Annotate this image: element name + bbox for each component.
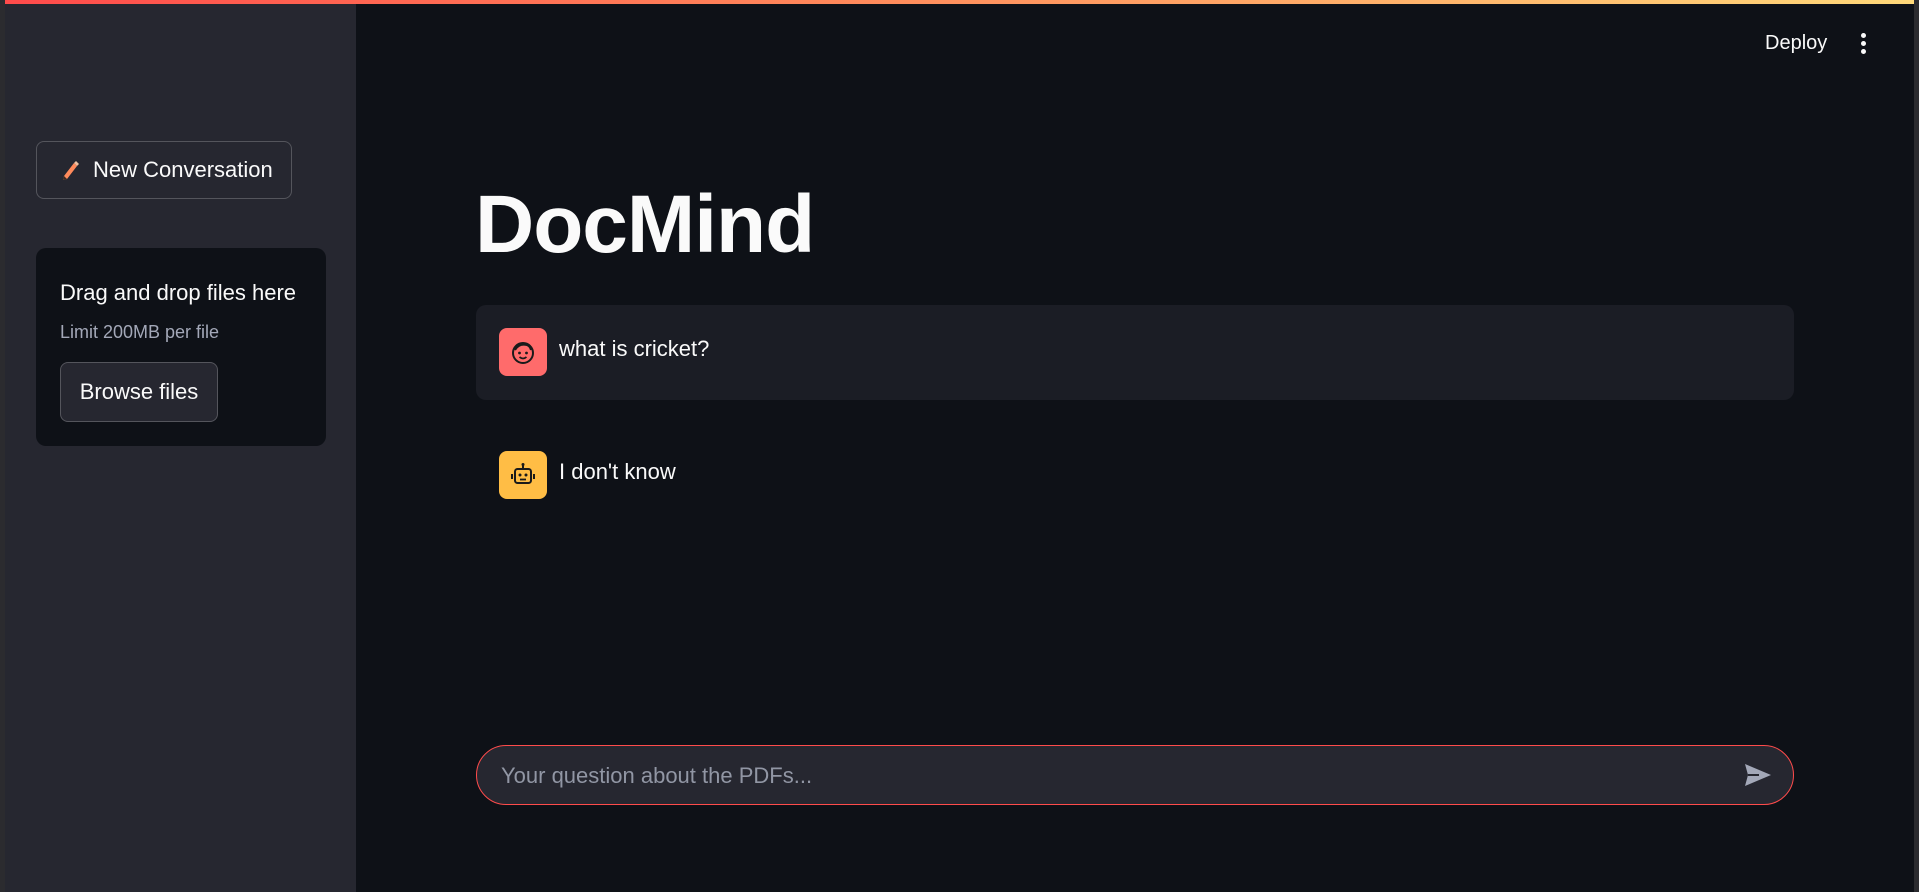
app-window: New Conversation Drag and drop files her… [5, 0, 1914, 892]
browse-files-button[interactable]: Browse files [60, 362, 218, 422]
deploy-button[interactable]: Deploy [1765, 32, 1827, 55]
page-title: DocMind [475, 179, 815, 270]
user-message-text: what is cricket? [559, 336, 710, 361]
new-conversation-label: New Conversation [93, 157, 273, 182]
pencil-icon [59, 159, 81, 181]
chat-input-container [476, 745, 1794, 806]
new-conversation-button[interactable]: New Conversation [36, 141, 292, 199]
user-face-icon [499, 328, 547, 376]
file-uploader[interactable]: Drag and drop files here Limit 200MB per… [36, 248, 326, 446]
chat-input[interactable] [499, 746, 1723, 806]
drag-drop-text: Drag and drop files here [60, 280, 297, 305]
send-icon[interactable] [1743, 762, 1773, 788]
chat-message-user: what is cricket? [476, 305, 1794, 400]
sidebar: New Conversation Drag and drop files her… [5, 4, 356, 892]
chat-message-assistant: I don't know [476, 428, 1794, 523]
robot-icon [499, 451, 547, 499]
kebab-menu-icon[interactable] [1858, 33, 1868, 59]
assistant-message-text: I don't know [559, 459, 676, 484]
file-limit-text: Limit 200MB per file [60, 322, 220, 342]
